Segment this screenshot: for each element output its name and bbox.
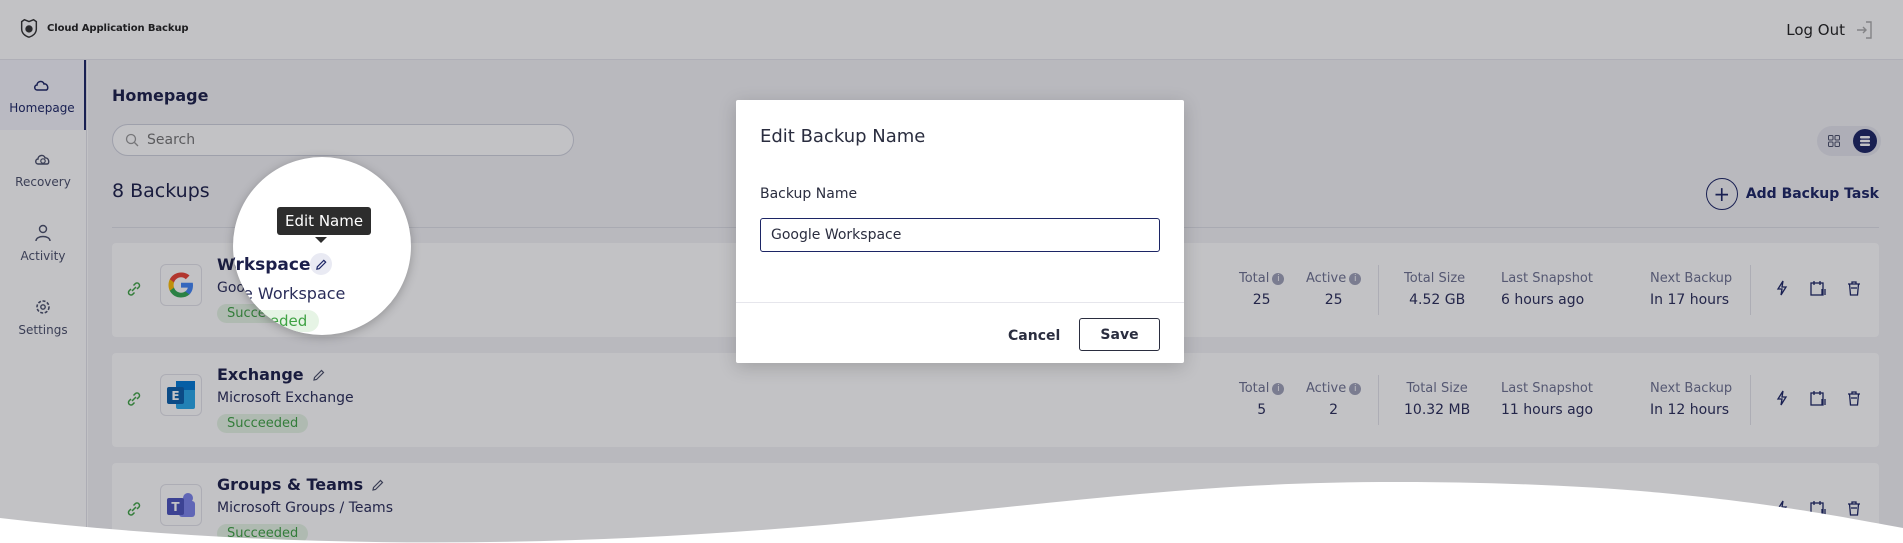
magnifier-callout: Edit Name Wrkspace e Workspace Succeeded (233, 157, 411, 335)
magnified-subtitle: e Workspace (243, 284, 346, 303)
dialog-divider (736, 302, 1184, 303)
magnified-status-badge: Succeeded (233, 310, 320, 332)
backup-name-input[interactable] (760, 218, 1160, 252)
pencil-icon (315, 258, 327, 270)
cancel-button[interactable]: Cancel (1000, 320, 1068, 352)
magnified-backup-name: Wrkspace (233, 255, 311, 275)
dialog-title: Edit Backup Name (760, 126, 926, 147)
edit-name-tooltip: Edit Name (277, 207, 372, 235)
save-button[interactable]: Save (1079, 318, 1160, 351)
edit-backup-name-dialog: Edit Backup Name Backup Name Cancel Save (736, 100, 1184, 363)
edit-name-button[interactable] (310, 253, 332, 275)
tooltip-arrow (315, 237, 327, 243)
backup-name-label: Backup Name (760, 186, 858, 202)
bottom-wave-decoration (0, 482, 1903, 543)
